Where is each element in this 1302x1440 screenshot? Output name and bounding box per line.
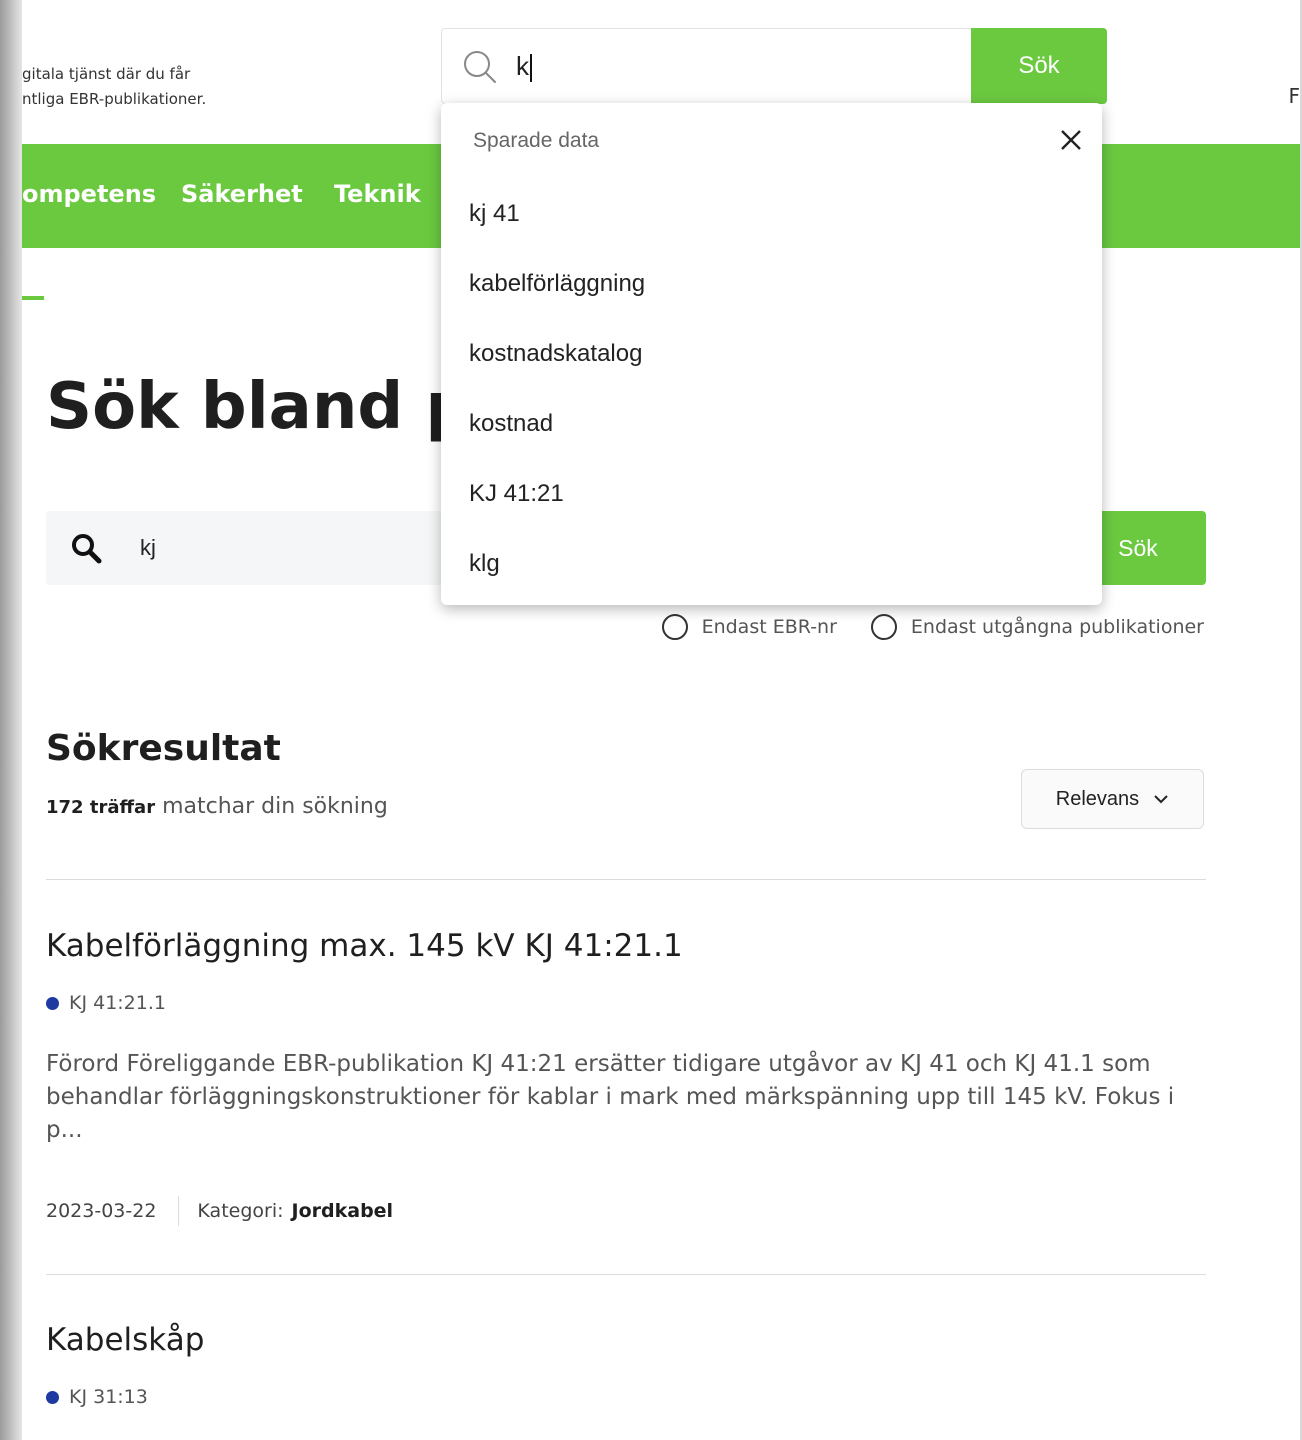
page: gitala tjänst där du får ntliga EBR-publ… bbox=[22, 0, 1300, 1440]
result-category[interactable]: Jordkabel bbox=[292, 1200, 394, 1222]
header-search-button[interactable]: Sök bbox=[971, 28, 1107, 104]
search-suggestions-dropdown: Sparade data kj 41 kabelförläggning kost… bbox=[441, 103, 1102, 605]
results-divider bbox=[46, 879, 1206, 880]
radio-icon[interactable] bbox=[661, 614, 688, 640]
header-search-input[interactable]: k bbox=[516, 51, 532, 83]
results-divider bbox=[46, 1274, 1206, 1275]
results-count-suffix: matchar din sökning bbox=[162, 794, 388, 819]
nav-item-kompetens[interactable]: ompetens bbox=[22, 180, 156, 208]
header-search-bar: k Sök bbox=[441, 28, 1107, 104]
tagline-line-1: gitala tjänst där du får bbox=[22, 65, 191, 83]
sort-dropdown[interactable]: Relevans bbox=[1021, 769, 1204, 829]
search-options: Endast EBR-nr Endast utgångna publikatio… bbox=[661, 614, 1204, 640]
suggestion-item[interactable]: klg bbox=[469, 550, 500, 578]
result-meta: 2023-03-22 Kategori: Jordkabel bbox=[46, 1196, 393, 1226]
meta-separator bbox=[178, 1196, 180, 1226]
results-count-number: 172 träffar bbox=[46, 797, 156, 818]
result-code-label: KJ 31:13 bbox=[69, 1386, 148, 1408]
window-shadow-edge bbox=[0, 0, 22, 1440]
results-heading: Sökresultat bbox=[46, 728, 281, 769]
result-code: KJ 31:13 bbox=[46, 1386, 148, 1408]
close-icon[interactable] bbox=[1058, 127, 1084, 153]
chevron-down-icon bbox=[1154, 795, 1168, 804]
result-title[interactable]: Kabelförläggning max. 145 kV KJ 41:21.1 bbox=[46, 928, 683, 964]
status-dot bbox=[46, 996, 59, 1010]
option-expired-label: Endast utgångna publikationer bbox=[910, 616, 1204, 638]
sort-label: Relevans bbox=[1055, 787, 1140, 810]
text-caret bbox=[530, 54, 532, 83]
header-search-value: k bbox=[516, 51, 529, 81]
status-dot bbox=[46, 1390, 59, 1404]
result-date: 2023-03-22 bbox=[46, 1200, 157, 1222]
suggestion-item[interactable]: kabelförläggning bbox=[469, 270, 645, 298]
suggestion-item[interactable]: kj 41 bbox=[469, 200, 520, 228]
result-title[interactable]: Kabelskåp bbox=[46, 1322, 204, 1358]
suggestion-item[interactable]: kostnadskatalog bbox=[469, 340, 642, 368]
result-category-label: Kategori: bbox=[197, 1200, 284, 1222]
saved-data-header: Sparade data bbox=[473, 129, 600, 152]
option-ebr-nr[interactable]: Endast EBR-nr bbox=[661, 614, 837, 640]
result-snippet: Förord Föreliggande EBR-publikation KJ 4… bbox=[46, 1051, 1175, 1143]
result-code: KJ 41:21.1 bbox=[46, 992, 166, 1014]
nav-item-sakerhet[interactable]: Säkerhet bbox=[181, 180, 303, 208]
option-ebr-nr-label: Endast EBR-nr bbox=[701, 616, 837, 638]
option-expired[interactable]: Endast utgångna publikationer bbox=[870, 614, 1204, 640]
suggestion-item[interactable]: kostnad bbox=[469, 410, 553, 438]
result-code-label: KJ 41:21.1 bbox=[69, 992, 166, 1014]
radio-icon[interactable] bbox=[870, 614, 897, 640]
results-count: 172 träffar matchar din sökning bbox=[46, 794, 388, 819]
site-tagline: gitala tjänst där du får ntliga EBR-publ… bbox=[22, 62, 206, 112]
main-search-input[interactable]: kj bbox=[140, 535, 156, 561]
tagline-line-2: ntliga EBR-publikationer. bbox=[22, 90, 207, 108]
search-icon bbox=[70, 532, 102, 568]
nav-active-indicator bbox=[22, 296, 44, 300]
nav-item-teknik[interactable]: Teknik bbox=[334, 180, 421, 208]
header-corner-text[interactable]: F bbox=[1288, 84, 1300, 108]
suggestion-item[interactable]: KJ 41:21 bbox=[469, 480, 564, 508]
search-icon bbox=[462, 49, 498, 89]
